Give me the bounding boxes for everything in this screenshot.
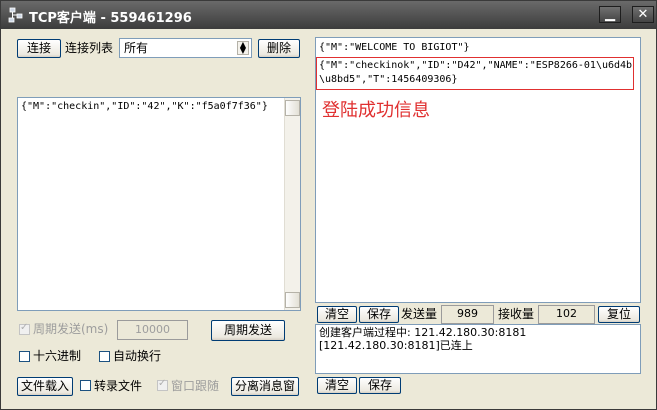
periodic-send-checkbox[interactable] xyxy=(19,322,30,335)
spinner-arrows-icon[interactable]: ▲ ▼ xyxy=(237,41,249,55)
log-save-button[interactable]: 保存 xyxy=(359,377,401,394)
receive-line-2: {"M":"checkinok","ID":"D42","NAME":"ESP8… xyxy=(319,60,633,71)
sent-count-value: 989 xyxy=(441,305,494,324)
close-button[interactable]: ✕ xyxy=(632,6,654,23)
hex-checkbox[interactable] xyxy=(19,351,30,362)
log-line-2: [121.42.180.30:8181]已连上 xyxy=(319,339,473,352)
connection-list-value: 所有 xyxy=(124,41,149,55)
sent-count-label: 发送量 xyxy=(401,307,438,321)
load-file-button[interactable]: 文件载入 xyxy=(17,377,73,396)
periodic-send-label: 周期发送(ms) xyxy=(33,322,109,336)
auto-newline-checkbox[interactable] xyxy=(99,351,110,362)
log-line-1: 创建客户端过程中: 121.42.180.30:8181 xyxy=(319,326,527,339)
hex-label: 十六进制 xyxy=(33,349,82,363)
receive-line-1: {"M":"WELCOME TO BIGIOT"} xyxy=(319,42,470,53)
receive-line-3: \u8bd5","T":1456409306} xyxy=(319,74,458,85)
connect-button[interactable]: 连接 xyxy=(17,39,61,58)
minimize-button[interactable]: ▁ xyxy=(599,6,621,23)
scroll-down-button[interactable] xyxy=(285,292,300,308)
connection-list-select[interactable]: 所有 ▲ ▼ xyxy=(119,38,252,58)
window-title: TCP客户端 - 559461296 xyxy=(29,11,192,26)
auto-newline-label: 自动换行 xyxy=(113,349,162,363)
window-follow-checkbox[interactable] xyxy=(157,378,168,391)
received-count-label: 接收量 xyxy=(498,307,535,321)
received-count-value: 102 xyxy=(538,305,595,324)
record-file-label: 转录文件 xyxy=(94,379,143,393)
log-clear-button[interactable]: 清空 xyxy=(317,377,357,394)
record-file-checkbox[interactable] xyxy=(80,380,91,391)
periodic-send-button[interactable]: 周期发送 xyxy=(211,320,285,341)
send-scrollbar[interactable] xyxy=(284,98,300,310)
receive-clear-button[interactable]: 清空 xyxy=(317,306,357,323)
periodic-interval-field[interactable]: 10000 xyxy=(117,320,188,340)
log-textarea[interactable]: 创建客户端过程中: 121.42.180.30:8181 [121.42.180… xyxy=(315,324,641,374)
delete-button[interactable]: 删除 xyxy=(258,39,300,58)
reset-button[interactable]: 复位 xyxy=(598,306,640,323)
send-textarea[interactable]: {"M":"checkin","ID":"42","K":"f5a0f7f36"… xyxy=(17,97,301,311)
receive-textarea[interactable]: {"M":"WELCOME TO BIGIOT"} {"M":"checkino… xyxy=(315,37,641,303)
connection-list-label: 连接列表 xyxy=(65,41,114,55)
separate-window-button[interactable]: 分离消息窗 xyxy=(231,377,299,396)
send-text: {"M":"checkin","ID":"42","K":"f5a0f7f36"… xyxy=(21,101,268,112)
network-icon xyxy=(8,7,23,23)
window-follow-label: 窗口跟随 xyxy=(171,379,220,393)
title-bar[interactable]: TCP客户端 - 559461296 ▁ ✕ xyxy=(1,1,656,29)
scroll-up-button[interactable] xyxy=(285,100,300,116)
login-success-annotation: 登陆成功信息 xyxy=(322,100,430,121)
receive-save-button[interactable]: 保存 xyxy=(359,306,399,323)
tcp-client-window: TCP客户端 - 559461296 ▁ ✕ 连接 连接列表 所有 ▲ ▼ 删除 … xyxy=(0,0,657,410)
